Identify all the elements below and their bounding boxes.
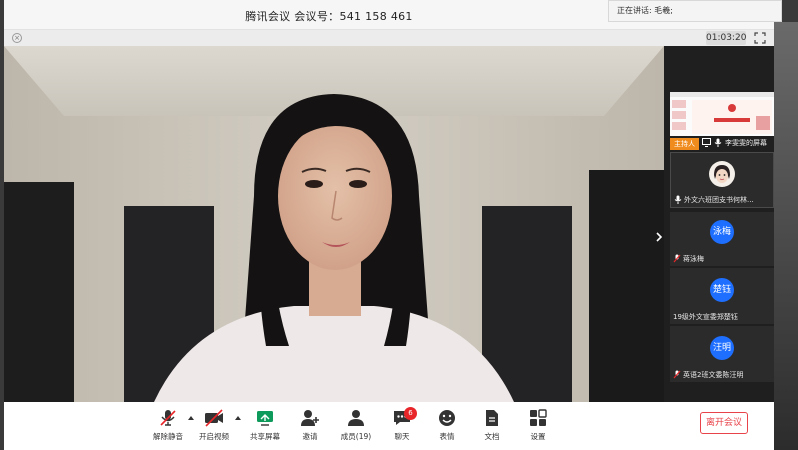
screen-share-caption-bar: 主持人 李雯雯的屏幕 (670, 136, 774, 150)
participant-tile[interactable]: 汪明 英语2班文委陈汪明 (670, 326, 774, 382)
mic-muted-icon (673, 254, 681, 263)
emoji-icon (439, 410, 455, 426)
settings-label: 设置 (530, 432, 546, 441)
mic-icon (714, 138, 722, 147)
add-user-icon (301, 410, 319, 426)
mic-muted-icon (673, 370, 681, 379)
mic-icon (674, 195, 682, 204)
settings-button[interactable]: 设置 (518, 408, 558, 448)
settings-grid-icon (530, 409, 547, 426)
host-badge: 主持人 (670, 138, 699, 150)
screen-share-preview (670, 92, 774, 136)
fullscreen-icon[interactable] (754, 32, 766, 44)
share-screen-button[interactable]: 共享屏幕 (245, 408, 285, 448)
share-screen-icon (257, 411, 273, 426)
participant-name: 19级外文宣委郑楚钰 (673, 313, 738, 321)
speaker-video-frame (4, 46, 664, 402)
avatar: 楚钰 (710, 278, 734, 302)
docs-button[interactable]: 文档 (472, 408, 512, 448)
chat-label: 聊天 (394, 432, 410, 441)
mic-muted-icon (160, 410, 176, 426)
members-icon (348, 410, 364, 426)
document-icon (486, 410, 498, 426)
participant-name: 蒋泳梅 (683, 255, 704, 263)
chat-unread-badge: 6 (404, 407, 417, 420)
emoji-button[interactable]: 表情 (427, 408, 467, 448)
unmute-label: 解除静音 (153, 432, 183, 441)
meeting-toolbar: 解除静音 开启视频 共享屏幕 邀请 成员(19) 6 聊天 表情 文档 设置 离… (4, 402, 774, 450)
unmute-button[interactable]: 解除静音 (148, 408, 188, 448)
invite-label: 邀请 (302, 432, 318, 441)
chevron-right-icon[interactable] (654, 230, 664, 244)
emoji-label: 表情 (439, 432, 455, 441)
docs-label: 文档 (484, 432, 500, 441)
leave-meeting-button[interactable]: 离开会议 (700, 412, 748, 434)
background-window-edge (774, 22, 798, 450)
participant-tile-screen-share[interactable]: 主持人 李雯雯的屏幕 (670, 92, 774, 150)
meeting-window: 腾讯会议 会议号：541 158 461 × 01:03:20 主持人 李雯雯的… (4, 0, 774, 450)
members-button[interactable]: 成员(19) (336, 408, 376, 448)
start-video-label: 开启视频 (199, 432, 229, 441)
avatar: 泳梅 (710, 220, 734, 244)
participant-name: 外文六班团支书何林... (684, 196, 754, 204)
participant-tile[interactable]: 楚钰 19级外文宣委郑楚钰 (670, 268, 774, 324)
start-video-button[interactable]: 开启视频 (194, 408, 234, 448)
members-label: 成员(19) (340, 432, 372, 441)
caret-up-icon[interactable] (234, 414, 242, 422)
chat-button[interactable]: 6 聊天 (382, 407, 422, 448)
status-bar: × 01:03:20 (4, 30, 774, 46)
info-icon[interactable]: × (12, 33, 22, 43)
participant-name: 李雯雯的屏幕 (725, 139, 767, 147)
main-video[interactable] (4, 46, 664, 402)
avatar: 汪明 (710, 336, 734, 360)
participant-sidebar: 主持人 李雯雯的屏幕 外文六班团支书何林... 泳梅 蒋泳梅 楚钰 19级外文宣… (656, 46, 774, 402)
speaking-indicator: 正在讲话: 毛羲; (608, 0, 782, 22)
meeting-timer: 01:03:20 (706, 31, 747, 45)
share-screen-label: 共享屏幕 (250, 432, 280, 441)
participant-tile[interactable]: 外文六班团支书何林... (670, 152, 774, 208)
participant-tile[interactable]: 泳梅 蒋泳梅 (670, 212, 774, 266)
camera-off-icon (205, 409, 223, 427)
speaking-text: 正在讲话: 毛羲; (617, 6, 673, 15)
participant-name: 英语2班文委陈汪明 (683, 371, 744, 379)
meeting-title: 腾讯会议 会议号：541 158 461 (245, 10, 413, 23)
invite-button[interactable]: 邀请 (290, 408, 330, 448)
screen-share-icon (702, 138, 711, 147)
avatar (709, 161, 735, 187)
